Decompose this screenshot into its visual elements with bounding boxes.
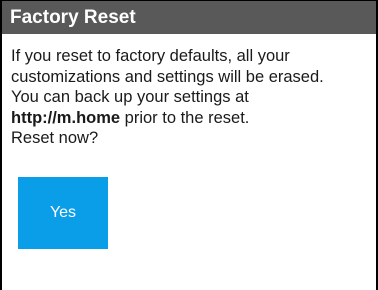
message-line-1: If you reset to factory defaults, all yo… — [11, 47, 290, 65]
reset-question: Reset now? — [11, 129, 99, 148]
yes-button[interactable]: Yes — [18, 177, 108, 249]
message-line-3: You can back up your settings at — [11, 88, 249, 107]
dialog-title: Factory Reset — [2, 1, 376, 34]
factory-reset-dialog: Factory Reset If you reset to factory de… — [0, 0, 378, 290]
message-line-4-suffix: prior to the reset. — [120, 108, 250, 127]
message-line-4: http://m.home prior to the reset. — [11, 108, 373, 129]
backup-url-link[interactable]: http://m.home — [11, 109, 120, 127]
dialog-message: If you reset to factory defaults, all yo… — [11, 46, 373, 149]
message-line-2: customizations and settings will be eras… — [11, 67, 324, 86]
